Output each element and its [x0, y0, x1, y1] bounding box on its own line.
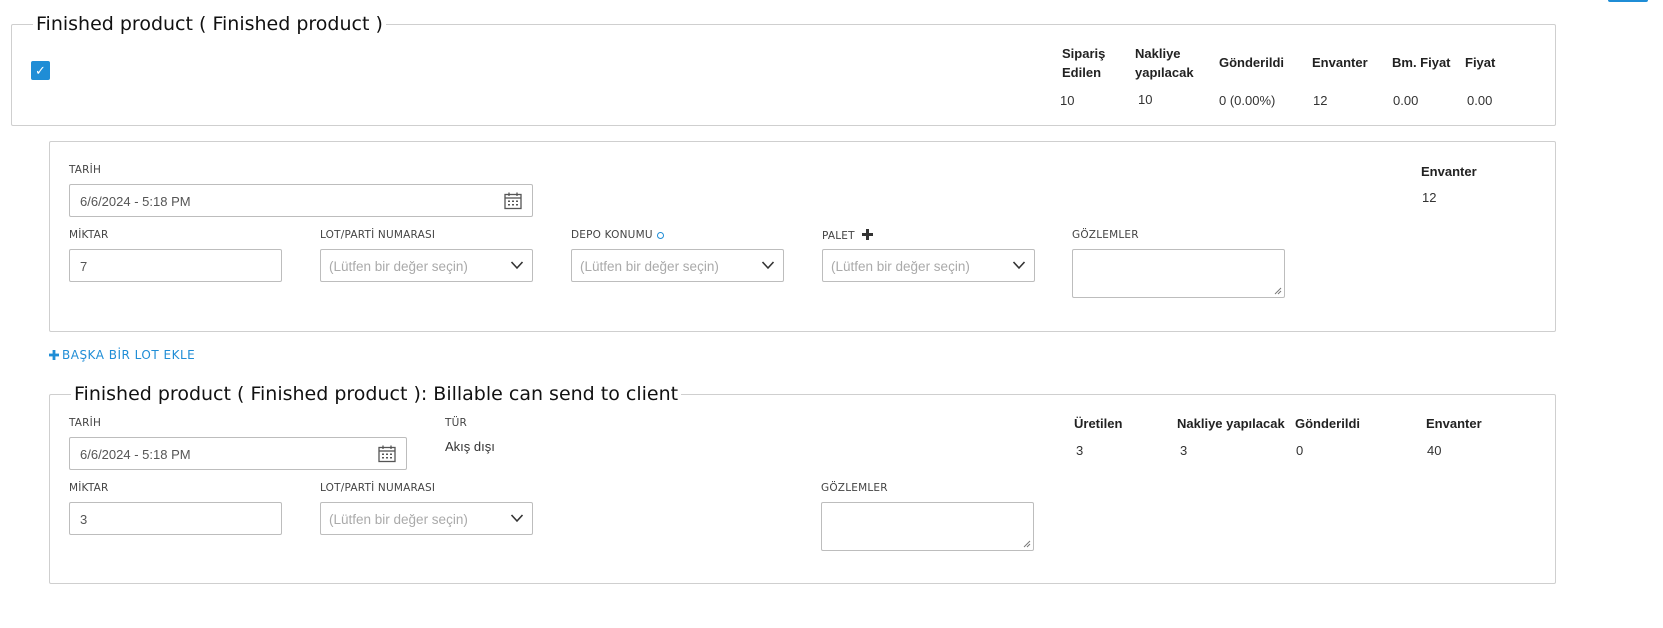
header-gonderildi-2: Gönderildi	[1295, 416, 1360, 431]
value-envanter-2: 40	[1427, 443, 1442, 458]
lot-qty-label: MİKTAR	[69, 229, 109, 241]
add-another-lot-link[interactable]: BAŞKA BİR LOT EKLE	[49, 348, 195, 362]
value-siparis-edilen: 10	[1060, 93, 1075, 108]
required-dot-icon	[656, 231, 664, 239]
lot-form-panel	[49, 141, 1556, 332]
lot-date-label: TARİH	[69, 164, 102, 176]
chevron-down-icon	[510, 514, 524, 523]
depo-konumu-placeholder: (Lütfen bir değer seçin)	[580, 259, 719, 274]
header-nakliye-yapilacak: Nakliye yapılacak	[1135, 46, 1194, 80]
value-envanter: 12	[1313, 93, 1328, 108]
value-gonderildi: 0 (0.00%)	[1219, 93, 1276, 108]
production-type-label: TÜR	[445, 417, 467, 429]
header-envanter: Envanter	[1312, 55, 1368, 70]
check-icon: ✓	[35, 63, 46, 78]
header-envanter-2: Envanter	[1426, 416, 1482, 431]
production-lot-select[interactable]: (Lütfen bir değer seçin)	[320, 502, 533, 535]
production-qty-value: 3	[80, 512, 88, 527]
chevron-down-icon	[761, 261, 775, 270]
production-qty-input[interactable]: 3	[69, 502, 282, 535]
production-type-value: Akış dışı	[445, 439, 495, 454]
production-date-value: 6/6/2024 - 5:18 PM	[80, 447, 191, 462]
lot-envanter-value: 12	[1422, 190, 1437, 205]
lot-envanter-label: Envanter	[1421, 164, 1477, 179]
production-qty-label: MİKTAR	[69, 482, 109, 494]
header-gonderildi: Gönderildi	[1219, 55, 1284, 70]
chevron-down-icon	[1012, 261, 1026, 270]
lot-number-label: LOT/PARTİ NUMARASI	[320, 229, 436, 241]
production-notes-label: GÖZLEMLER	[821, 482, 888, 494]
header-nakliye-yapilacak-2: Nakliye yapılacak	[1177, 416, 1285, 431]
header-uretilen: Üretilen	[1074, 416, 1123, 431]
palet-label: PALET	[822, 229, 874, 242]
top-accent-bar	[1608, 0, 1648, 2]
production-lot-label: LOT/PARTİ NUMARASI	[320, 482, 436, 494]
value-uretilen: 3	[1076, 443, 1084, 458]
depo-konumu-select[interactable]: (Lütfen bir değer seçin)	[571, 249, 784, 282]
depo-konumu-label: DEPO KONUMU	[571, 229, 664, 241]
lot-qty-input[interactable]: 7	[69, 249, 282, 282]
value-nakliye-yapilacak: 10	[1138, 92, 1153, 107]
product-title: Finished product ( Finished product )	[36, 13, 383, 35]
lot-qty-value: 7	[80, 259, 88, 274]
palet-select[interactable]: (Lütfen bir değer seçin)	[822, 249, 1035, 282]
value-nakliye-yapilacak-2: 3	[1180, 443, 1188, 458]
lot-number-placeholder: (Lütfen bir değer seçin)	[329, 259, 468, 274]
lot-number-select[interactable]: (Lütfen bir değer seçin)	[320, 249, 533, 282]
value-gonderildi-2: 0	[1296, 443, 1304, 458]
resize-grip-icon[interactable]	[1023, 540, 1031, 548]
calendar-icon[interactable]	[503, 191, 523, 211]
header-fiyat: Fiyat	[1465, 55, 1496, 70]
header-bm-fiyat: Bm. Fiyat	[1392, 55, 1451, 70]
lot-notes-textarea[interactable]	[1072, 249, 1285, 298]
production-date-input[interactable]: 6/6/2024 - 5:18 PM	[69, 437, 407, 470]
production-notes-textarea[interactable]	[821, 502, 1034, 551]
lot-notes-label: GÖZLEMLER	[1072, 229, 1139, 241]
plus-icon	[49, 350, 59, 360]
add-palet-plus-icon[interactable]	[862, 229, 874, 240]
lot-date-input[interactable]: 6/6/2024 - 5:18 PM	[69, 184, 533, 217]
chevron-down-icon	[510, 261, 524, 270]
value-bm-fiyat: 0.00	[1393, 93, 1419, 108]
header-siparis-edilen: Sipariş Edilen	[1062, 46, 1106, 80]
production-lot-placeholder: (Lütfen bir değer seçin)	[329, 512, 468, 527]
calendar-icon[interactable]	[377, 444, 397, 464]
resize-grip-icon[interactable]	[1274, 287, 1282, 295]
production-title: Finished product ( Finished product ): B…	[74, 383, 679, 405]
production-date-label: TARİH	[69, 417, 102, 429]
lot-date-value: 6/6/2024 - 5:18 PM	[80, 194, 191, 209]
palet-placeholder: (Lütfen bir değer seçin)	[831, 259, 970, 274]
product-select-checkbox[interactable]: ✓	[31, 61, 50, 80]
value-fiyat: 0.00	[1467, 93, 1493, 108]
